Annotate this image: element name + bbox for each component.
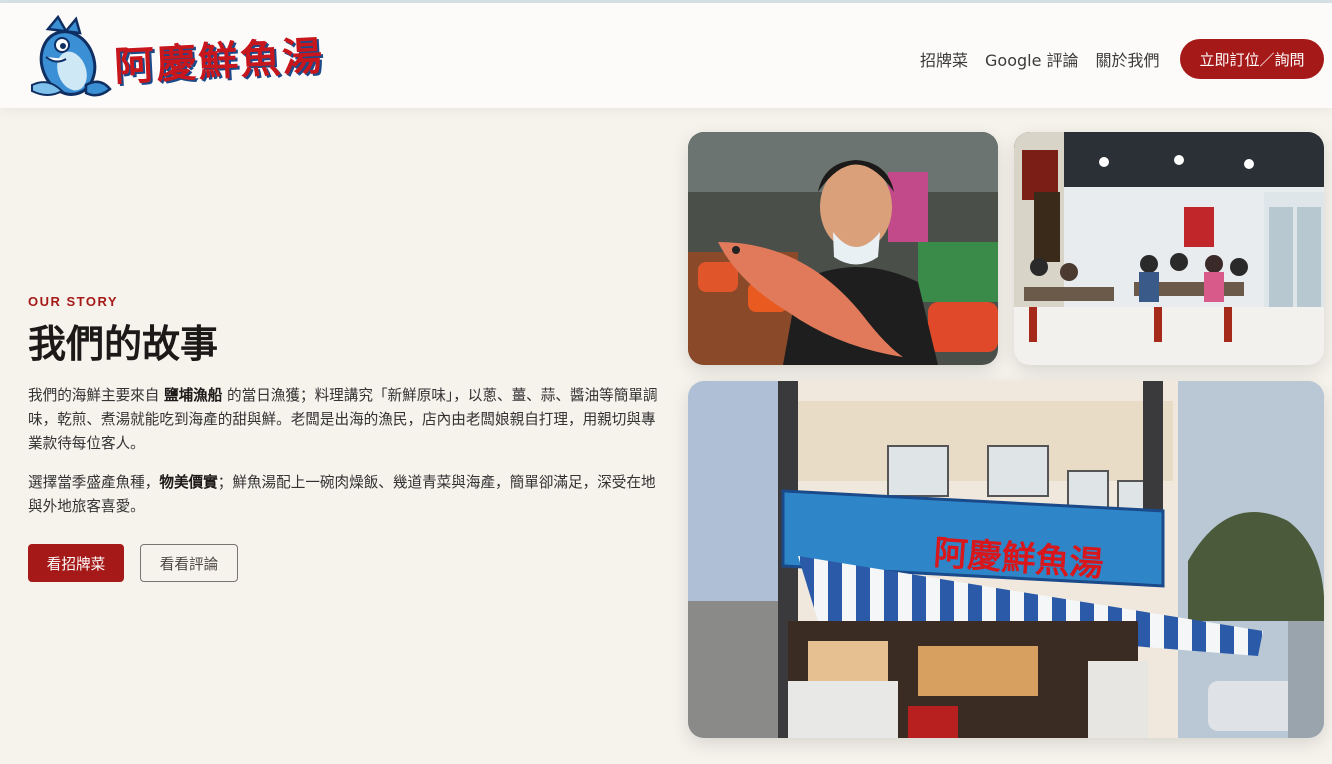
section-title: 我們的故事 [28,321,219,366]
p1-text-a: 我們的海鮮主要來自 [28,387,164,404]
brand-name: 阿慶鮮魚湯 [113,32,326,91]
view-reviews-button[interactable]: 看看評論 [140,544,238,582]
nav-link-google-reviews[interactable]: Google 評論 [985,47,1079,71]
photo-storefront: 阿慶鮮魚湯 [688,381,1324,738]
p1-highlight: 鹽埔漁船 [163,387,223,404]
section-eyebrow: OUR STORY [28,294,119,309]
fish-mascot-icon [31,15,112,97]
nav-links: 招牌菜 Google 評論 關於我們 [920,47,1160,71]
reserve-inquiry-button[interactable]: 立即訂位／詢問 [1180,39,1324,79]
p2-highlight: 物美價實 [159,474,218,491]
view-signature-dishes-button[interactable]: 看招牌菜 [28,544,124,582]
photo-restaurant-interior [1014,132,1324,365]
navbar: 阿慶鮮魚湯 招牌菜 Google 評論 關於我們 立即訂位／詢問 [0,3,1332,108]
brand-logo[interactable]: 阿慶鮮魚湯 [28,15,325,101]
story-paragraph-2: 選擇當季盛產魚種，物美價實；鮮魚湯配上一碗肉燥飯、幾道青菜與海產，簡單卻滿足，深… [28,471,660,519]
story-paragraph-1: 我們的海鮮主要來自 鹽埔漁船 的當日漁獲；料理講究「新鮮原味」，以蔥、薑、蒜、醬… [28,384,660,456]
nav-link-about-us[interactable]: 關於我們 [1096,47,1160,71]
p2-text-a: 選擇當季盛產魚種， [28,474,160,491]
photo-owner-with-fish [688,132,998,365]
nav-link-signature-dishes[interactable]: 招牌菜 [920,47,968,71]
